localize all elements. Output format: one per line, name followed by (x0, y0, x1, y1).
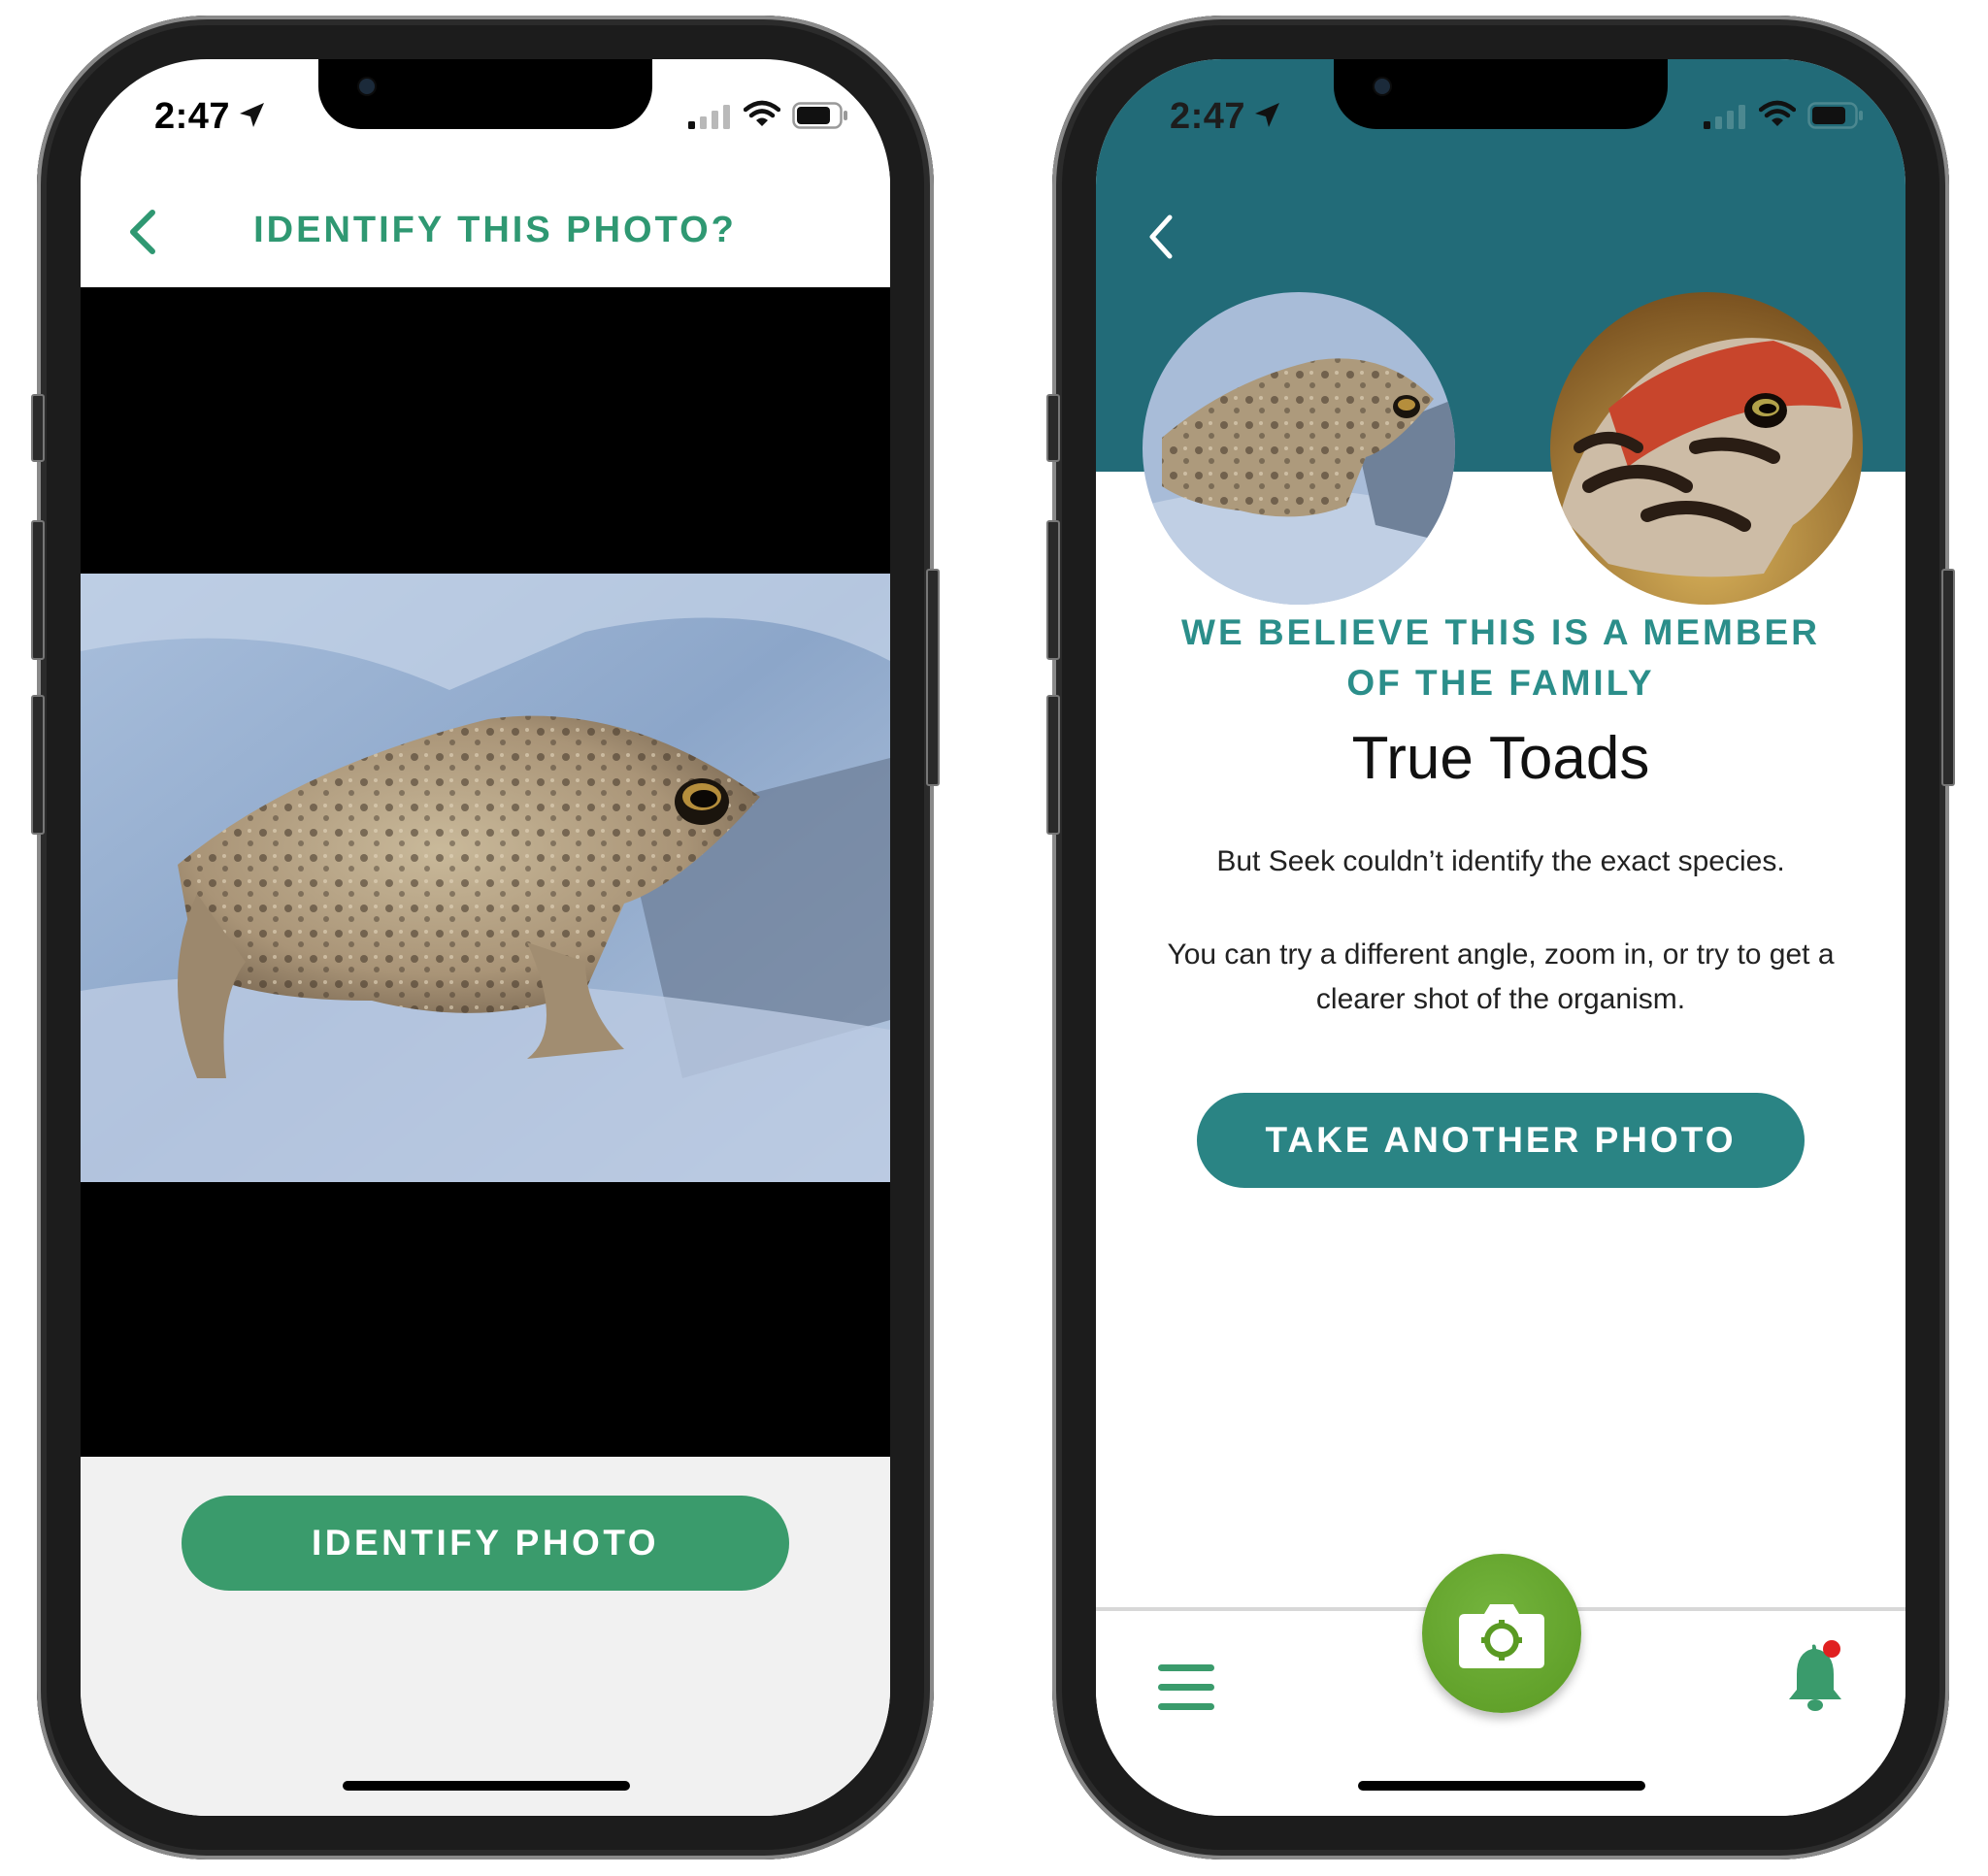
family-reference-photo (1550, 292, 1863, 605)
family-name: True Toads (1351, 725, 1650, 792)
wifi-icon (1759, 100, 1796, 126)
left-screen: 2:47 IDENTIFY THIS PHOTO? IDENTIFY PHOTO (81, 59, 890, 1816)
header: IDENTIFY THIS PHOTO? (81, 171, 890, 287)
notch (318, 59, 652, 129)
cellular-signal-icon (1704, 105, 1745, 129)
wifi-icon (744, 100, 780, 126)
identification-heading: WE BELIEVE THIS IS A MEMBER OF THE FAMIL… (1181, 612, 1820, 703)
page-title: IDENTIFY THIS PHOTO? (253, 210, 737, 250)
battery-icon (792, 102, 847, 129)
user-photo-thumbnail (1143, 292, 1455, 605)
front-camera (359, 79, 375, 94)
silent-switch (1046, 394, 1060, 462)
toad-photo (81, 574, 890, 1182)
home-indicator (343, 1781, 630, 1791)
left-phone-frame: 2:47 IDENTIFY THIS PHOTO? IDENTIFY PHOTO (31, 16, 940, 1860)
volume-down-button (31, 695, 45, 835)
volume-down-button (1046, 695, 1060, 835)
status-time: 2:47 (1170, 96, 1246, 137)
camera-button[interactable] (1422, 1554, 1581, 1713)
volume-up-button (1046, 520, 1060, 660)
power-button (926, 569, 940, 786)
identify-photo-button[interactable]: IDENTIFY PHOTO (182, 1496, 789, 1591)
status-time: 2:47 (154, 96, 231, 137)
battery-icon (1807, 102, 1863, 129)
take-another-photo-button[interactable]: TAKE ANOTHER PHOTO (1197, 1093, 1805, 1188)
location-arrow-icon (1255, 103, 1279, 127)
cellular-signal-icon (688, 105, 730, 129)
right-phone-frame: 2:47 WE BELIEVE THIS IS A MEMBER OF THE … (1046, 16, 1955, 1860)
location-arrow-icon (240, 103, 264, 127)
camera-icon (1459, 1604, 1544, 1668)
power-button (1941, 569, 1955, 786)
message-tips: You can try a different angle, zoom in, … (1167, 938, 1835, 1015)
bell-icon[interactable] (1783, 1639, 1847, 1715)
back-chevron-icon[interactable] (1144, 213, 1177, 261)
silent-switch (31, 394, 45, 462)
notification-dot (1823, 1640, 1840, 1658)
message-species: But Seek couldn’t identify the exact spe… (1216, 845, 1785, 877)
front-camera (1375, 79, 1390, 94)
home-indicator (1358, 1781, 1645, 1791)
notch (1334, 59, 1668, 129)
right-screen: 2:47 WE BELIEVE THIS IS A MEMBER OF THE … (1096, 59, 1905, 1816)
hamburger-menu-icon[interactable] (1156, 1661, 1216, 1715)
volume-up-button (31, 520, 45, 660)
